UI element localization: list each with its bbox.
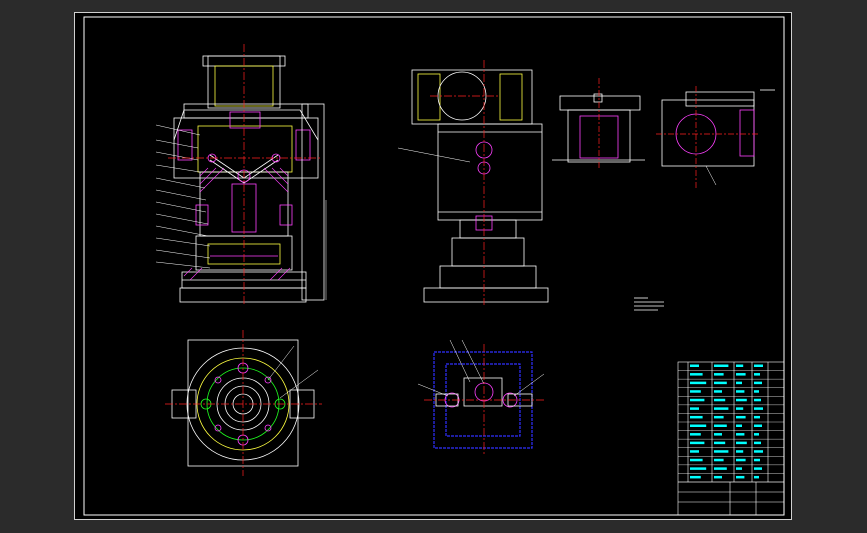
title-block-entry [736,458,746,462]
title-block-entry [736,407,744,410]
title-block-entry [736,433,745,436]
title-block-entry [754,373,760,376]
top-plan-view [171,339,319,467]
title-block-entry [736,381,742,385]
detail-section-b [661,89,775,186]
title-block-entry [736,373,746,376]
title-block-entry [690,415,703,419]
title-block-entry [736,398,747,402]
detail-section-a [552,93,645,163]
title-block-entry [736,467,742,470]
title-block-entry [690,475,701,479]
title-block-entry [754,407,763,410]
title-block-entry [714,433,722,436]
title-block-entry [736,450,744,453]
title-block-entry [714,467,727,470]
title-block-entry [690,398,705,402]
title-block-entry [754,415,760,419]
title-block-entry [690,433,701,436]
cad-drawing [83,16,785,516]
title-block-entry [754,398,761,402]
title-block-entry [690,450,699,453]
title-block-entry [690,424,707,427]
title-block-entry [736,415,746,419]
title-block-entry [714,407,729,410]
title-block-entry [714,441,726,445]
mechanism-centerlines [424,344,544,456]
title-block [677,361,785,516]
title-block-entry [754,441,761,445]
side-elevation-view [397,69,549,303]
title-block-entry [754,390,759,393]
title-block-entry [690,467,707,470]
title-block-entry [714,390,722,393]
title-block-entry [714,450,729,453]
title-block-entry [736,390,745,393]
title-block-entry [754,433,759,436]
title-block-entry [690,381,707,385]
title-block-entry [714,458,724,462]
title-block-entry [736,424,742,427]
title-block-entry [736,364,744,367]
title-block-entry [714,381,727,385]
title-block-entry [690,458,703,462]
title-block-entry [754,467,762,470]
side-centerline [430,60,500,305]
plan-centerlines [165,330,322,476]
title-block-entry [714,424,727,427]
title-block-entry [754,450,763,453]
title-block-entry [714,475,722,479]
title-block-entry [690,373,703,376]
title-block-entry [754,381,762,385]
mechanism-plan-view [417,339,545,449]
title-block-entry [736,475,745,479]
title-block-entry [714,373,724,376]
front-sectional-view [155,55,327,303]
sheet-inner-border [83,16,785,516]
title-block-entry [754,364,763,367]
title-block-entry [714,398,726,402]
title-block-entry [754,458,760,462]
title-block-entry [690,441,705,445]
title-block-entry [714,415,724,419]
technical-notes [634,297,664,311]
title-block-entry [690,364,699,367]
title-block-entry [754,424,762,427]
title-block-entry [736,441,747,445]
title-block-entry [690,407,699,410]
title-block-entry [754,475,759,479]
title-block-entry [714,364,729,367]
detail-b-centerline [656,86,760,190]
title-block-entry [690,390,701,393]
